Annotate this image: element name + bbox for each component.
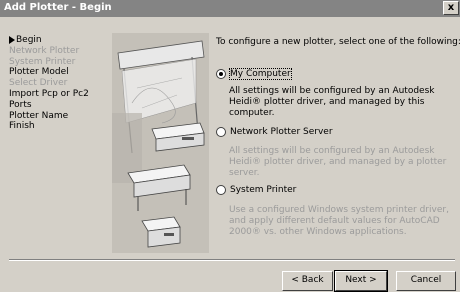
close-icon: x [447,2,455,13]
system-printer-label[interactable]: System Printer [230,185,296,195]
current-step-arrow-icon [9,35,15,44]
button-separator [9,259,455,261]
wizard-heading: To configure a new plotter, select one o… [216,37,460,47]
option-my-computer[interactable]: My Computer [216,68,292,80]
step-system-printer: System Printer [9,56,76,67]
step-plotter-model: Plotter Model [9,67,69,78]
system-printer-radio[interactable] [216,185,226,195]
step-network-plotter: Network Plotter [9,45,80,56]
next-button[interactable]: Next > [334,270,388,292]
step-ports: Ports [9,99,32,110]
wizard-illustration [112,33,209,253]
step-plotter-name: Plotter Name [9,110,69,121]
system-printer-description: Use a configured Windows system printer … [229,205,449,237]
network-plotter-server-radio[interactable] [216,127,226,137]
my-computer-label[interactable]: My Computer [229,68,292,80]
cancel-button[interactable]: Cancel [396,271,456,291]
close-button[interactable]: x [443,1,459,15]
step-finish: Finish [9,121,35,132]
plotter-illustration-icon [112,33,209,253]
step-label: Begin [16,35,42,45]
window-title: Add Plotter - Begin [4,2,112,13]
wizard-steps: Begin Network Plotter System Printer Plo… [9,35,89,132]
network-plotter-server-description: All settings will be configured by an Au… [229,146,447,178]
step-begin: Begin [9,35,89,46]
my-computer-description: All settings will be configured by an Au… [229,86,435,118]
option-network-plotter-server[interactable]: Network Plotter Server [216,127,333,138]
my-computer-radio[interactable] [216,69,226,79]
title-bar: Add Plotter - Begin x [0,0,460,17]
network-plotter-server-label[interactable]: Network Plotter Server [230,127,333,137]
back-button[interactable]: < Back [282,271,333,291]
option-system-printer[interactable]: System Printer [216,185,296,196]
step-select-driver: Select Driver [9,78,68,89]
step-import-pcp: Import Pcp or Pc2 [9,88,89,99]
